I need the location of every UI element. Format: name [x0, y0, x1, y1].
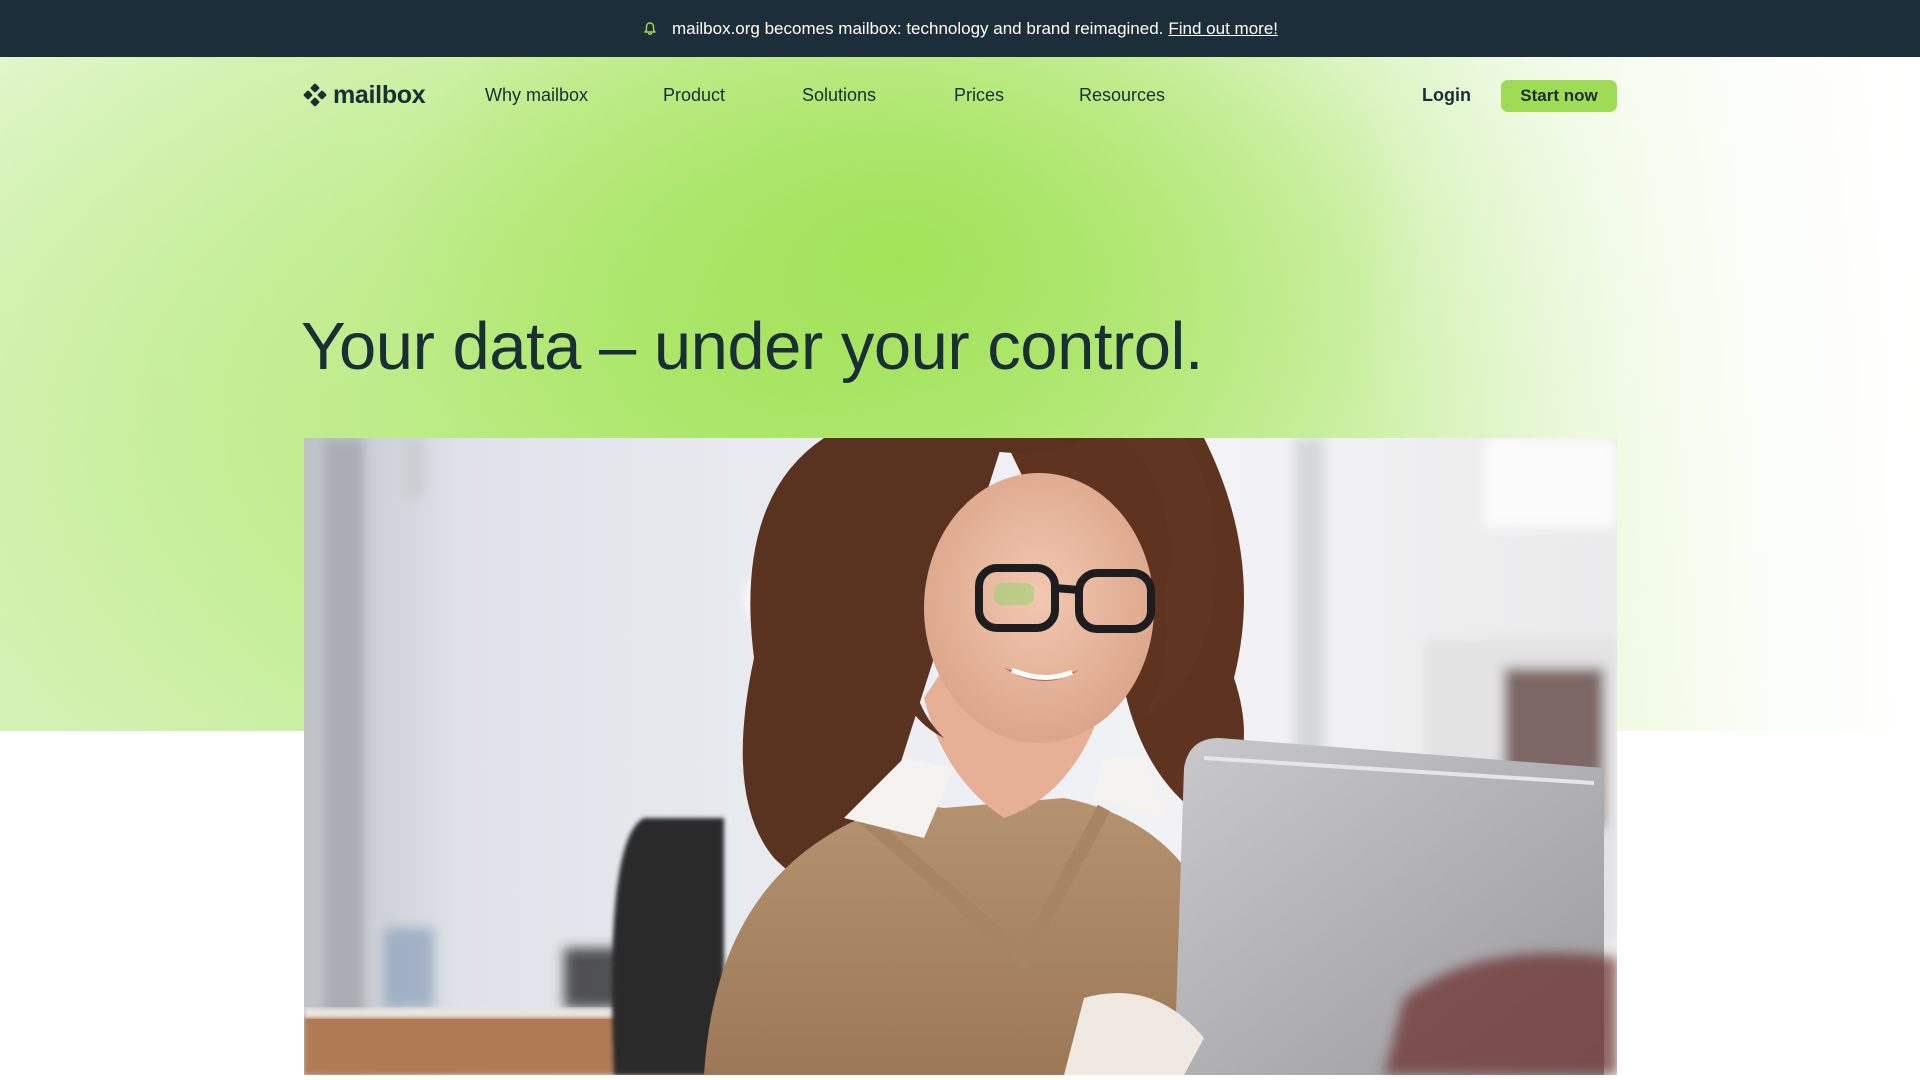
nav-why-mailbox[interactable]: Why mailbox — [485, 85, 588, 106]
nav-solutions[interactable]: Solutions — [802, 85, 876, 106]
logo-text: mailbox — [333, 80, 426, 109]
announcement-bar: mailbox.org becomes mailbox: technology … — [0, 0, 1920, 57]
hero-headline: Your data – under your control. — [301, 309, 1204, 384]
logo-mark-icon — [303, 83, 327, 107]
site-header: mailbox Why mailbox Product Solutions Pr… — [0, 57, 1920, 135]
nav-resources[interactable]: Resources — [1079, 85, 1165, 106]
logo[interactable]: mailbox — [303, 79, 426, 111]
start-now-button[interactable]: Start now — [1501, 80, 1617, 112]
login-link[interactable]: Login — [1422, 85, 1471, 106]
find-out-more-link[interactable]: Find out more! — [1168, 19, 1278, 39]
hero-photo — [304, 438, 1617, 1075]
nav-product[interactable]: Product — [663, 85, 725, 106]
announcement-text: mailbox.org becomes mailbox: technology … — [672, 18, 1164, 38]
nav-prices[interactable]: Prices — [954, 85, 1004, 106]
woman-at-laptop-photo — [304, 438, 1617, 1075]
page: mailbox.org becomes mailbox: technology … — [0, 0, 1920, 1080]
bell-icon — [642, 21, 658, 37]
